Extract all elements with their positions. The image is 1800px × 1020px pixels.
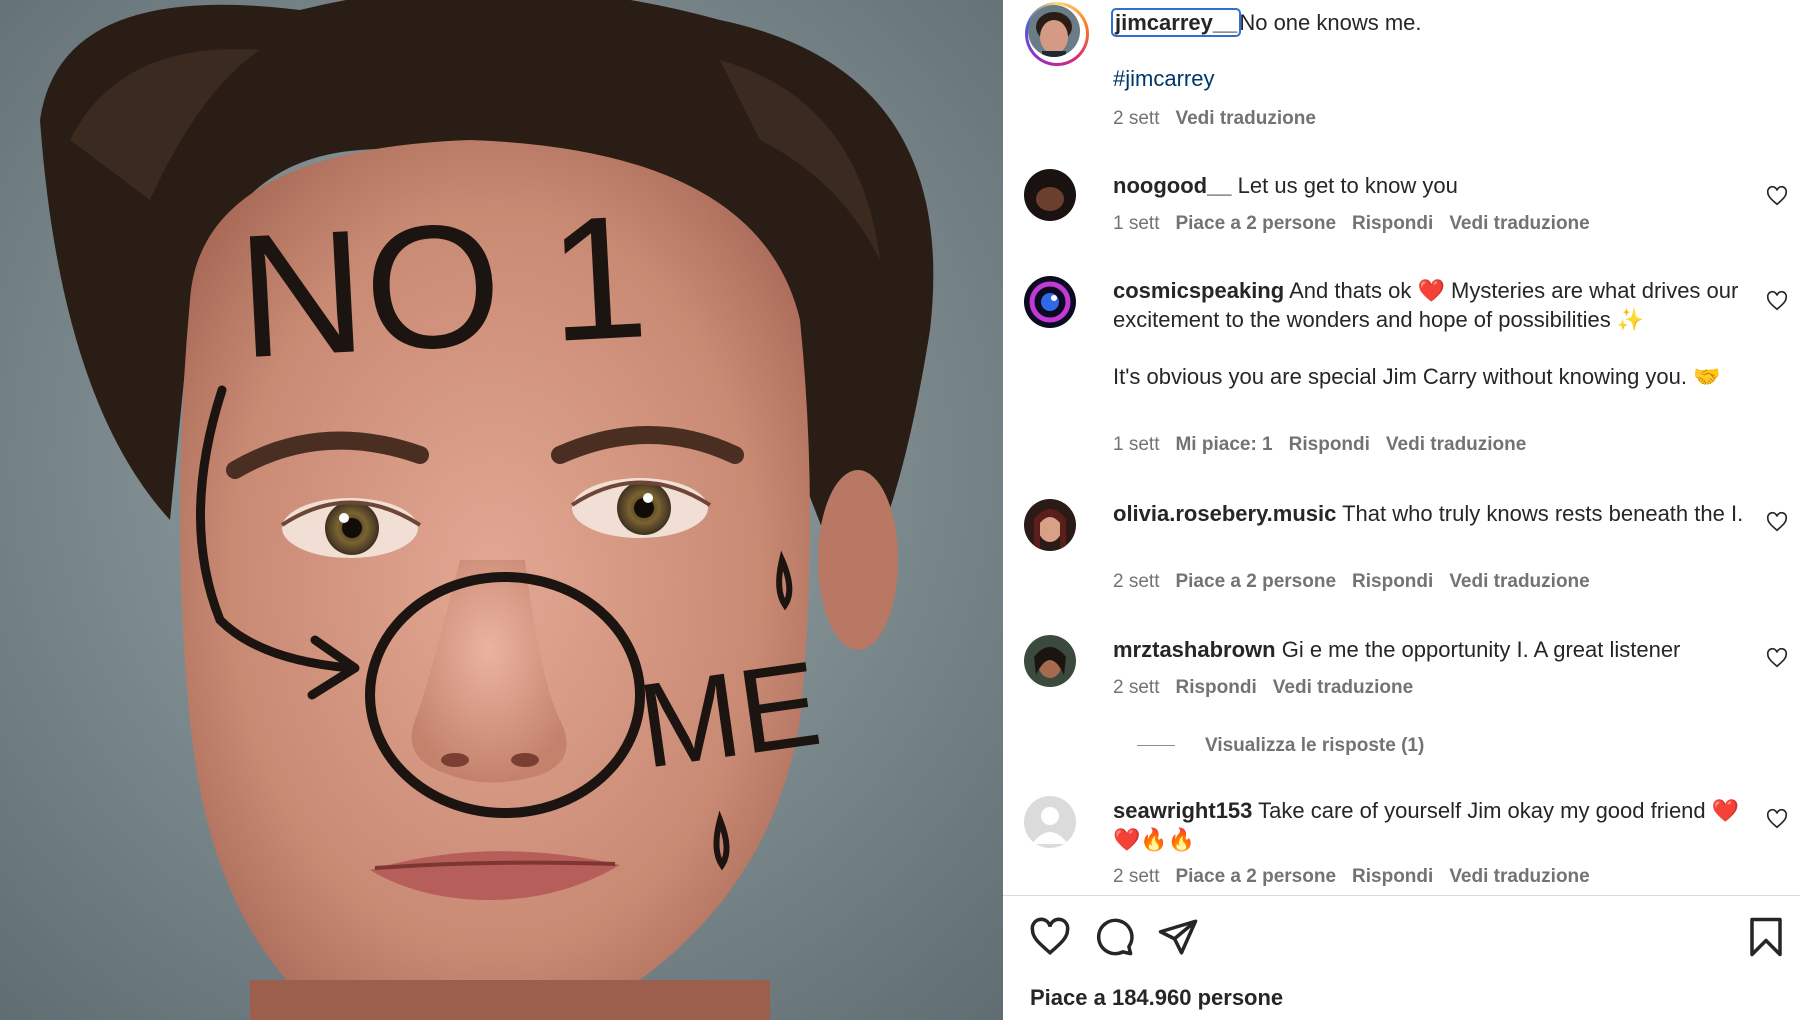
comment-time: 2 sett: [1113, 677, 1160, 698]
commenter-avatar[interactable]: [1024, 169, 1076, 221]
comment-icon[interactable]: [1093, 916, 1135, 958]
translate-button[interactable]: Vedi traduzione: [1449, 866, 1589, 887]
comment-like-heart-icon[interactable]: [1766, 290, 1788, 312]
commenter-avatar[interactable]: [1024, 635, 1076, 687]
comment-meta: 1 sett Piace a 2 persone Rispondi Vedi trad…: [1113, 213, 1606, 235]
reply-button[interactable]: Rispondi: [1352, 571, 1433, 592]
comment-like-heart-icon[interactable]: [1766, 808, 1788, 830]
author-username[interactable]: jimcarrey__: [1110, 8, 1242, 37]
comment-time: 2 sett: [1113, 571, 1160, 592]
comment-like-heart-icon[interactable]: [1766, 647, 1788, 669]
comment-likes[interactable]: Piace a 2 persone: [1175, 866, 1336, 887]
comment-username[interactable]: mrztashabrown: [1113, 637, 1276, 662]
heart-icon[interactable]: [1029, 916, 1071, 958]
actions-divider: [1003, 895, 1800, 896]
comment-time: 2 sett: [1113, 866, 1160, 887]
author-avatar-image: [1028, 5, 1080, 57]
comment-body: cosmicspeaking And thats ok ❤️ Mysteries…: [1113, 276, 1753, 334]
comment-time: 1 sett: [1113, 434, 1160, 455]
comment-meta: 2 sett Piace a 2 persone Rispondi Vedi trad…: [1113, 866, 1606, 888]
post-photo: NO 1 ME: [0, 0, 1003, 1020]
comment-username[interactable]: cosmicspeaking: [1113, 278, 1284, 303]
translate-button[interactable]: Vedi traduzione: [1449, 213, 1589, 234]
comment-likes[interactable]: Mi piace: 1: [1175, 434, 1272, 455]
comment-username[interactable]: noogood__: [1113, 173, 1232, 198]
translate-button[interactable]: Vedi traduzione: [1273, 677, 1413, 698]
comment-body: olivia.rosebery.music That who truly kno…: [1113, 499, 1753, 528]
caption-line: jimcarrey__No one knows me.: [1110, 8, 1422, 37]
comment-text: Let us get to know you: [1237, 173, 1458, 198]
comment-username[interactable]: olivia.rosebery.music: [1113, 501, 1336, 526]
caption-meta: 2 sett Vedi traduzione: [1113, 108, 1332, 130]
replies-divider: [1137, 745, 1175, 747]
paper-plane-icon[interactable]: [1157, 916, 1199, 958]
caption-translate[interactable]: Vedi traduzione: [1175, 108, 1315, 129]
comment-username[interactable]: seawright153: [1113, 798, 1252, 823]
translate-button[interactable]: Vedi traduzione: [1386, 434, 1526, 455]
reply-button[interactable]: Rispondi: [1289, 434, 1370, 455]
commenter-avatar[interactable]: [1024, 276, 1076, 328]
forehead-writing: NO 1: [234, 179, 652, 395]
caption-time: 2 sett: [1113, 108, 1160, 129]
bookmark-icon[interactable]: [1745, 916, 1787, 958]
reply-button[interactable]: Rispondi: [1175, 677, 1256, 698]
caption-text: No one knows me.: [1239, 10, 1422, 35]
commenter-avatar[interactable]: [1024, 499, 1076, 551]
comment-text: Gi e me the opportunity I. A great liste…: [1281, 637, 1681, 662]
comment-text-second-paragraph: It's obvious you are special Jim Carry w…: [1113, 364, 1721, 389]
comment-meta: 1 sett Mi piace: 1 Rispondi Vedi traduzione: [1113, 434, 1542, 456]
reply-button[interactable]: Rispondi: [1352, 866, 1433, 887]
comment-body: mrztashabrown Gi e me the opportunity I.…: [1113, 635, 1753, 664]
author-avatar[interactable]: [1025, 2, 1089, 66]
comment-likes[interactable]: Piace a 2 persone: [1175, 571, 1336, 592]
reply-button[interactable]: Rispondi: [1352, 213, 1433, 234]
comment-body: noogood__ Let us get to know you: [1113, 171, 1753, 200]
comment-body: seawright153 Take care of yourself Jim o…: [1113, 796, 1753, 854]
translate-button[interactable]: Vedi traduzione: [1449, 571, 1589, 592]
post-side-panel: jimcarrey__No one knows me. #jimcarrey 2…: [1003, 0, 1800, 1020]
commenter-avatar[interactable]: [1024, 796, 1076, 848]
comments-scroll-area[interactable]: jimcarrey__No one knows me. #jimcarrey 2…: [1003, 0, 1800, 895]
view-replies-label: Visualizza le risposte (1): [1205, 735, 1425, 756]
likes-count[interactable]: Piace a 184.960 persone: [1030, 985, 1283, 1011]
cheek-writing: ME: [631, 636, 828, 794]
comment-like-heart-icon[interactable]: [1766, 185, 1788, 207]
comment-time: 1 sett: [1113, 213, 1160, 234]
comment-meta: 2 sett Rispondi Vedi traduzione: [1113, 677, 1429, 699]
comment-likes[interactable]: Piace a 2 persone: [1175, 213, 1336, 234]
hashtag-link[interactable]: #jimcarrey: [1113, 66, 1214, 92]
comment-meta: 2 sett Piace a 2 persone Rispondi Vedi trad…: [1113, 571, 1606, 593]
view-replies-button[interactable]: Visualizza le risposte (1): [1137, 735, 1424, 757]
comment-like-heart-icon[interactable]: [1766, 511, 1788, 533]
comment-text: That who truly knows rests beneath the I…: [1342, 501, 1744, 526]
